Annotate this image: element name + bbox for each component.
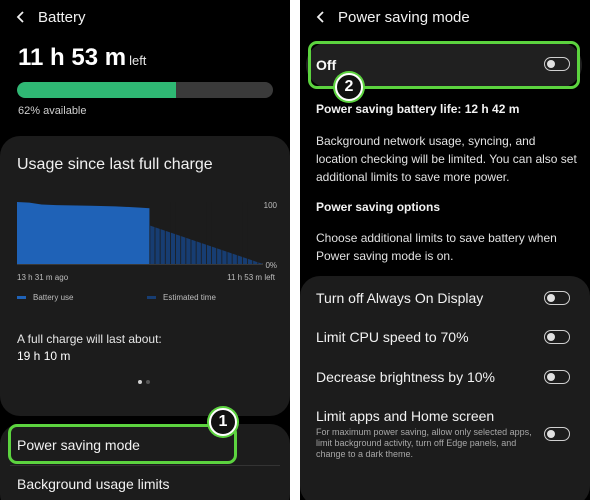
toggle-decrease-brightness[interactable] [544, 370, 570, 384]
battery-screen: Battery 11 h 53 m left 62% available Usag… [0, 0, 290, 500]
option-limit-cpu-speed[interactable]: Limit CPU speed to 70% [316, 329, 469, 345]
usage-chart: 100 0% 13 h 31 m ago 11 h 53 m left Battery … [17, 201, 278, 352]
power-saving-battery-life: Power saving battery life: 12 h 42 m [316, 102, 520, 116]
power-saving-description: Background network usage, syncing, and l… [316, 134, 577, 184]
legend-swatch [17, 296, 26, 299]
page-indicator [138, 380, 150, 384]
full-charge-label: A full charge will last about: [17, 332, 162, 346]
battery-header: Battery [10, 6, 280, 28]
toggle-limit-apps-home-screen[interactable] [544, 427, 570, 441]
usage-card[interactable]: Usage since last full charge 100 0% 13 h 3… [0, 136, 290, 416]
back-arrow-icon[interactable] [10, 6, 32, 28]
option-decrease-brightness[interactable]: Decrease brightness by 10% [316, 369, 495, 385]
list-divider [10, 465, 280, 466]
page-dot [146, 380, 150, 384]
battery-available-text: 62% available [18, 105, 87, 117]
usage-chart-svg: 100 0% 13 h 31 m ago 11 h 53 m left Battery … [17, 201, 278, 302]
page-title: Battery [38, 8, 86, 26]
option-limit-apps-description: For maximum power saving, allow only sel… [316, 427, 532, 459]
y-tick-bottom: 0% [265, 261, 277, 270]
option-limit-apps-home-screen[interactable]: Limit apps and Home screen [316, 408, 494, 424]
legend-label: Battery use [33, 293, 74, 302]
legend-swatch [147, 296, 156, 299]
toggle-knob [547, 429, 555, 438]
time-left-suffix: left [129, 53, 147, 68]
x-tick-start: 13 h 31 m ago [17, 273, 69, 282]
time-left-value: 11 h 53 m left [18, 44, 147, 71]
background-usage-limits-item[interactable]: Background usage limits [17, 476, 170, 492]
power-saving-options-card: Turn off Always On Display Limit CPU spe… [300, 276, 590, 500]
battery-use-area [17, 202, 150, 264]
step-badge-2: 2 [335, 73, 363, 101]
page-title: Power saving mode [338, 8, 470, 26]
toggle-always-on-display[interactable] [544, 291, 570, 305]
step-badge-1: 1 [209, 408, 237, 436]
power-saving-screen: Power saving mode Off 2 Power saving bat… [300, 0, 590, 500]
highlight-power-saving-mode [8, 424, 237, 464]
battery-level-fill [17, 82, 176, 98]
toggle-knob [547, 293, 555, 302]
power-saving-header: Power saving mode [310, 6, 580, 28]
power-saving-options-description: Choose additional limits to save battery… [316, 231, 557, 263]
back-arrow-icon[interactable] [310, 6, 332, 28]
toggle-knob [547, 332, 555, 341]
toggle-knob [547, 372, 555, 381]
option-always-on-display[interactable]: Turn off Always On Display [316, 290, 483, 306]
usage-card-title: Usage since last full charge [17, 156, 213, 173]
full-charge-value: 19 h 10 m [17, 349, 71, 363]
page-dot-active [138, 380, 142, 384]
legend-label: Estimated time [163, 293, 216, 302]
x-tick-end: 11 h 53 m left [227, 273, 276, 282]
y-tick-top: 100 [264, 202, 277, 210]
toggle-limit-cpu-speed[interactable] [544, 330, 570, 344]
power-saving-options-heading: Power saving options [316, 200, 441, 214]
battery-level-bar [17, 82, 273, 98]
